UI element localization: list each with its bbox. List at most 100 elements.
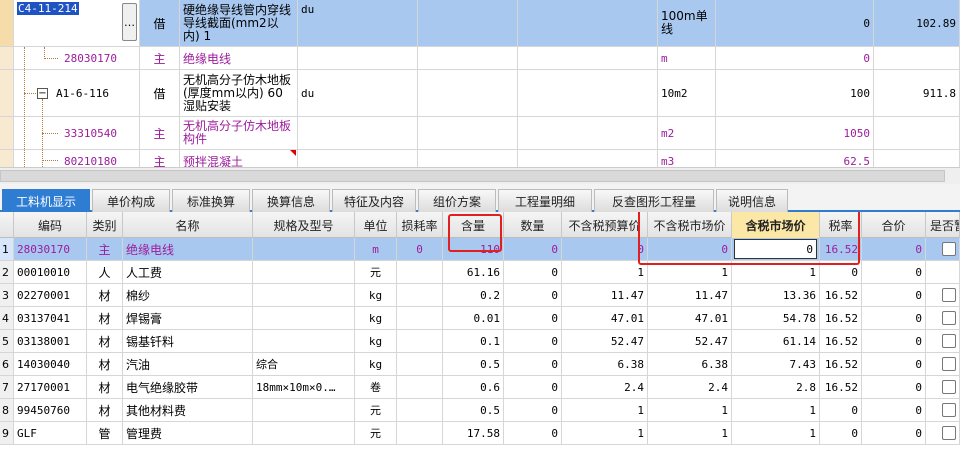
tab-standard-conversion[interactable]: 标准换算	[172, 189, 250, 212]
quantity-cell[interactable]: 0	[504, 376, 562, 398]
budget-price-cell[interactable]: 1	[562, 261, 648, 283]
market-price-cell[interactable]: 1	[648, 399, 732, 421]
tab-pricing-plan[interactable]: 组价方案	[418, 189, 496, 212]
content-cell[interactable]: 0.6	[443, 376, 504, 398]
market-price-tax-cell[interactable]: 1	[732, 261, 820, 283]
code-cell[interactable]: 28030170	[14, 47, 140, 69]
name-cell[interactable]: 锡基钎料	[123, 330, 253, 352]
content-cell[interactable]: 0.01	[443, 307, 504, 329]
tax-rate-cell[interactable]: 16.52	[820, 376, 862, 398]
market-price-cell[interactable]: 47.01	[648, 307, 732, 329]
loss-rate-cell[interactable]	[397, 307, 443, 329]
loss-rate-cell[interactable]	[397, 330, 443, 352]
category-cell[interactable]: 管	[87, 422, 123, 444]
header-category[interactable]: 类别	[87, 212, 123, 238]
spec-cell[interactable]: 18mm×10m×0.…	[253, 376, 355, 398]
tab-description[interactable]: 说明信息	[716, 189, 788, 212]
category-cell[interactable]: 材	[87, 376, 123, 398]
total-cell[interactable]: 0	[862, 353, 926, 375]
table-row[interactable]: 3 02270001 材棉纱 kg 0.2 0 11.47 11.47 13.36 16.52 0	[0, 284, 960, 307]
total-cell[interactable]: 0	[862, 399, 926, 421]
loss-rate-cell[interactable]	[397, 422, 443, 444]
loss-rate-cell[interactable]	[397, 261, 443, 283]
loss-rate-cell[interactable]	[397, 399, 443, 421]
total-cell[interactable]: 0	[862, 422, 926, 444]
provisional-checkbox[interactable]	[942, 242, 956, 256]
quantity-cell[interactable]: 0	[504, 330, 562, 352]
market-price-tax-cell[interactable]: 0	[732, 238, 820, 260]
content-cell[interactable]: 61.16	[443, 261, 504, 283]
total-cell[interactable]: 0	[862, 261, 926, 283]
budget-price-cell[interactable]: 11.47	[562, 284, 648, 306]
spec-cell[interactable]	[253, 330, 355, 352]
name-cell[interactable]: 汽油	[123, 353, 253, 375]
code-cell[interactable]: 00010010	[14, 261, 87, 283]
unit-cell[interactable]: 元	[355, 422, 397, 444]
table-row[interactable]: 2 00010010 人人工费元 61.16 0 1 1 1 0 0	[0, 261, 960, 284]
tax-rate-cell[interactable]: 0	[820, 261, 862, 283]
market-price-cell[interactable]: 1	[648, 261, 732, 283]
market-price-cell[interactable]: 0	[648, 238, 732, 260]
name-cell[interactable]: 绝缘电线	[123, 238, 253, 260]
content-cell[interactable]: 0.1	[443, 330, 504, 352]
quantity-cell[interactable]: 0	[504, 353, 562, 375]
code-cell[interactable]: 80210180	[14, 150, 140, 167]
tax-rate-cell[interactable]: 16.52	[820, 330, 862, 352]
collapse-toggle-icon[interactable]: −	[37, 88, 48, 99]
top-row[interactable]: A1-6-116 借 无机高分子仿木地板 (厚度mm以内) 60 湿贴安装 du…	[0, 70, 960, 117]
spec-cell[interactable]	[253, 422, 355, 444]
header-tax-rate[interactable]: 税率	[820, 212, 862, 238]
budget-price-cell[interactable]: 1	[562, 399, 648, 421]
market-price-tax-cell[interactable]: 1	[732, 399, 820, 421]
provisional-checkbox[interactable]	[942, 334, 956, 348]
unit-cell[interactable]: 元	[355, 261, 397, 283]
market-price-cell[interactable]: 52.47	[648, 330, 732, 352]
tax-rate-cell[interactable]: 16.52	[820, 238, 862, 260]
tax-rate-cell[interactable]: 16.52	[820, 353, 862, 375]
header-unit[interactable]: 单位	[355, 212, 397, 238]
total-cell[interactable]: 0	[862, 376, 926, 398]
spec-cell[interactable]: 综合	[253, 353, 355, 375]
unit-cell[interactable]: kg	[355, 353, 397, 375]
unit-cell[interactable]: kg	[355, 330, 397, 352]
horizontal-scrollbar[interactable]	[0, 167, 960, 184]
market-price-cell[interactable]: 1	[648, 422, 732, 444]
tax-rate-cell[interactable]: 0	[820, 422, 862, 444]
top-row[interactable]: 33310540 主 无机高分子仿木地板构件 m2 1050	[0, 117, 960, 150]
market-price-cell[interactable]: 11.47	[648, 284, 732, 306]
top-row[interactable]: C4-11-214 … 借 硬绝缘导线管内穿线 导线截面(mm2以内) 1 du…	[0, 0, 960, 47]
tab-features[interactable]: 特征及内容	[332, 189, 416, 212]
code-cell[interactable]: 28030170	[14, 238, 87, 260]
tax-rate-cell[interactable]: 0	[820, 399, 862, 421]
header-name[interactable]: 名称	[123, 212, 253, 238]
spec-cell[interactable]	[253, 261, 355, 283]
market-price-tax-cell[interactable]: 2.8	[732, 376, 820, 398]
unit-cell[interactable]: 卷	[355, 376, 397, 398]
content-cell[interactable]: 0.5	[443, 353, 504, 375]
category-cell[interactable]: 人	[87, 261, 123, 283]
table-row[interactable]: 5 03138001 材锡基钎料 kg 0.1 0 52.47 52.47 61.14 16.52…	[0, 330, 960, 353]
code-cell[interactable]: 03137041	[14, 307, 87, 329]
top-row[interactable]: 80210180 主 预拌混凝土 m3 62.5	[0, 150, 960, 167]
category-cell[interactable]: 材	[87, 330, 123, 352]
name-cell[interactable]: 其他材料费	[123, 399, 253, 421]
header-provisional[interactable]: 是否暂	[926, 212, 960, 238]
tab-reverse-lookup[interactable]: 反查图形工程量	[594, 189, 714, 212]
loss-rate-cell[interactable]	[397, 353, 443, 375]
code-cell[interactable]: GLF	[14, 422, 87, 444]
tab-labor-material[interactable]: 工料机显示	[2, 189, 90, 212]
header-quantity[interactable]: 数量	[504, 212, 562, 238]
content-cell[interactable]: 17.58	[443, 422, 504, 444]
name-cell[interactable]: 电气绝缘胶带	[123, 376, 253, 398]
code-cell[interactable]: C4-11-214 …	[14, 0, 140, 46]
quantity-cell[interactable]: 0	[504, 238, 562, 260]
category-cell[interactable]: 主	[87, 238, 123, 260]
provisional-checkbox[interactable]	[942, 288, 956, 302]
code-cell[interactable]: 03138001	[14, 330, 87, 352]
content-cell[interactable]: 0.2	[443, 284, 504, 306]
header-market-price[interactable]: 不含税市场价	[648, 212, 732, 238]
provisional-checkbox[interactable]	[942, 357, 956, 371]
scrollbar-thumb[interactable]	[0, 170, 945, 182]
header-total[interactable]: 合价	[862, 212, 926, 238]
top-row[interactable]: 28030170 主 绝缘电线 m 0	[0, 47, 960, 70]
